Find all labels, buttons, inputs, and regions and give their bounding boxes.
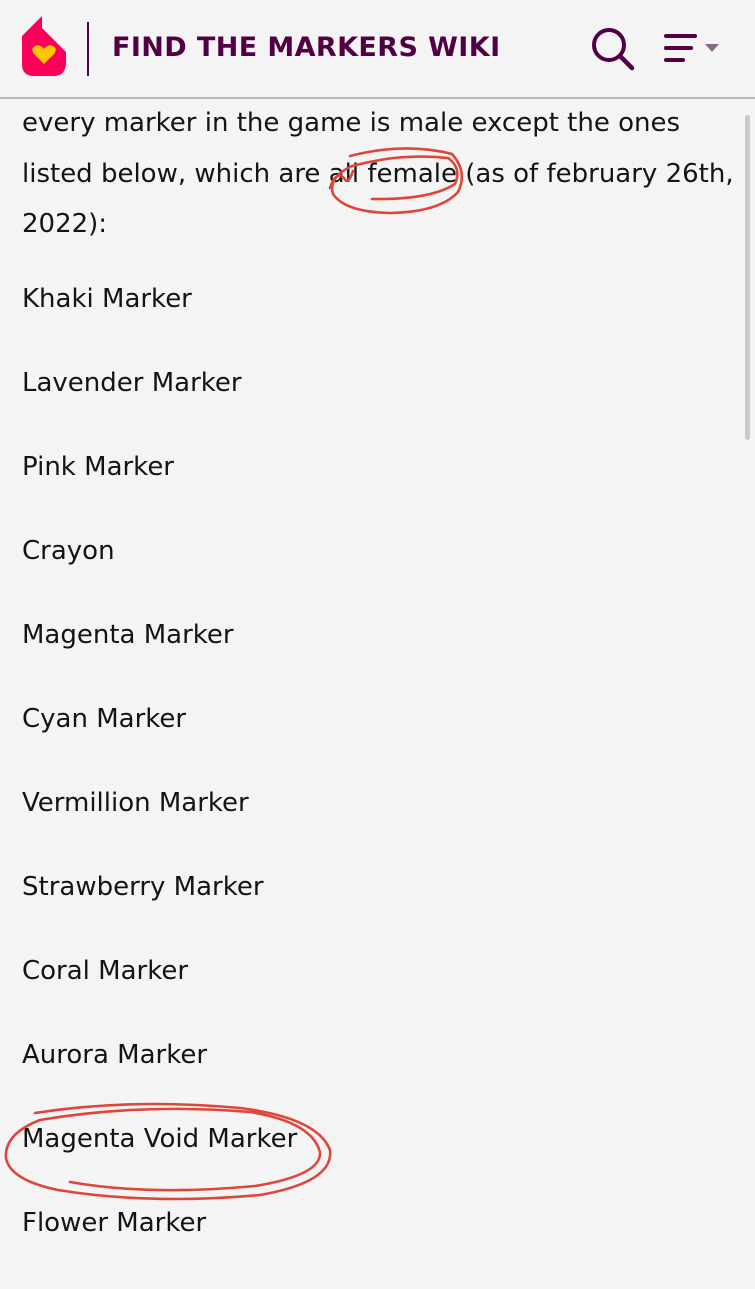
- site-header: FIND THE MARKERS WIKI: [0, 0, 755, 99]
- list-item: Strawberry Marker: [22, 872, 264, 902]
- article-content: every marker in the game is male except …: [22, 98, 734, 1238]
- list-item: Cyan Marker: [22, 704, 187, 734]
- list-item: Magenta Marker: [22, 620, 234, 650]
- scrollbar-thumb[interactable]: [745, 115, 750, 440]
- list-item: Flower Marker: [22, 1208, 207, 1238]
- female-marker-list: Khaki Marker Lavender Marker Pink Marker…: [22, 281, 297, 1289]
- list-item: Crayon: [22, 536, 115, 566]
- list-item: Khaki Marker: [22, 284, 192, 314]
- list-item: Magenta Void Marker: [22, 1124, 298, 1154]
- intro-circled-word: female: [367, 158, 457, 189]
- list-item: Pink Marker: [22, 452, 175, 482]
- intro-paragraph: every marker in the game is male except …: [22, 98, 734, 250]
- intro-struck-word: all: [328, 158, 360, 189]
- list-item: Lavender Marker: [22, 368, 242, 398]
- fandom-logo-icon[interactable]: [20, 14, 68, 78]
- header-divider: [87, 22, 89, 76]
- menu-icon[interactable]: [663, 30, 725, 70]
- list-item: Aurora Marker: [22, 1040, 208, 1070]
- wiki-title[interactable]: FIND THE MARKERS WIKI: [112, 27, 501, 69]
- search-icon[interactable]: [588, 24, 638, 74]
- list-item: Coral Marker: [22, 956, 189, 986]
- list-item: Vermillion Marker: [22, 788, 249, 818]
